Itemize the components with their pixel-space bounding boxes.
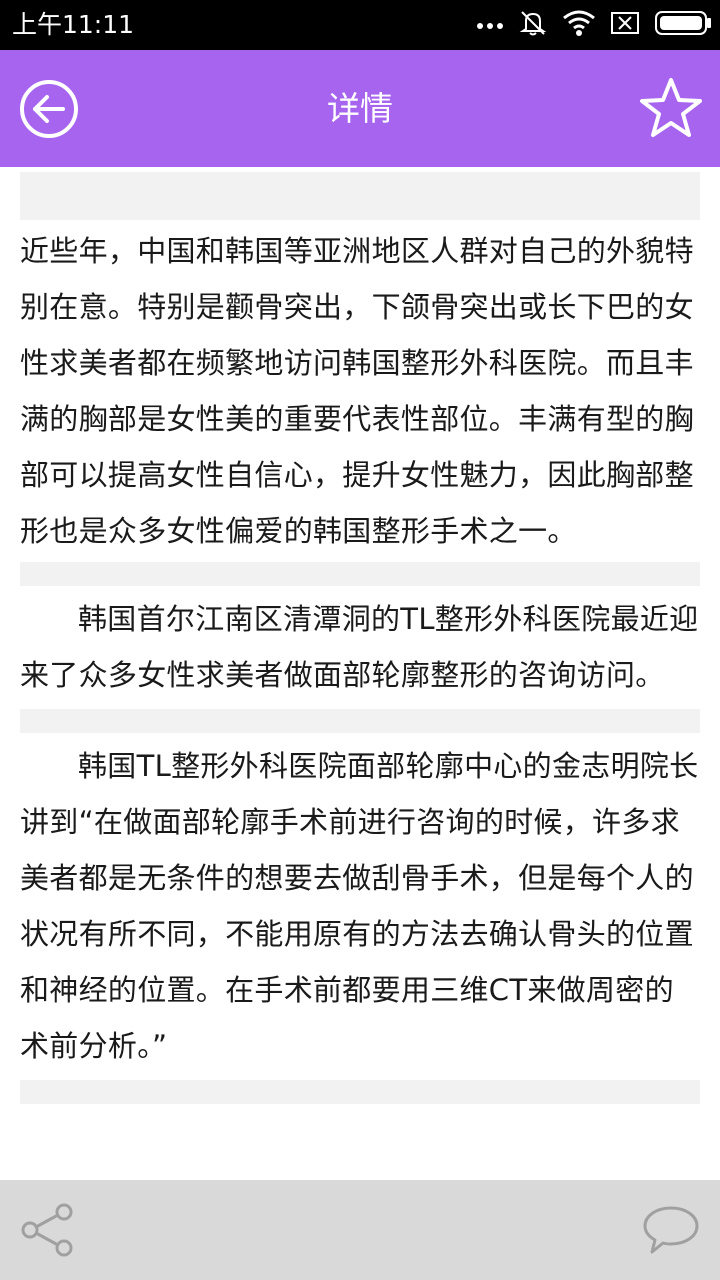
article-paragraph: 近些年，中国和韩国等亚洲地区人群对自己的外貌特别在意。特别是颧骨突出，下颌骨突出… [20,234,694,548]
article-content: 近些年，中国和韩国等亚洲地区人群对自己的外貌特别在意。特别是颧骨突出，下颌骨突出… [20,167,700,1180]
more-dots-icon [476,16,504,35]
silent-bell-icon [518,8,548,42]
spacer [20,172,700,220]
bottom-bar [0,1180,720,1280]
article-paragraph: 韩国首尔江南区清潭洞的TL整形外科医院最近迎来了众多女性求美者做面部轮廓整形的咨… [20,602,699,692]
star-outline-icon [638,78,704,146]
spacer [20,562,700,586]
share-icon [20,1203,76,1262]
article-paragraph: 韩国TL整形外科医院面部轮廓中心的金志明院长讲到“在做面部轮廓手术前进行咨询的时… [20,749,699,1063]
app-bar: 详情 [0,50,720,167]
spacer [20,709,700,733]
favorite-button[interactable] [638,76,704,142]
status-icons [476,8,712,42]
sim-disabled-icon [610,11,640,39]
spacer [20,1080,700,1104]
battery-icon [654,10,712,40]
comment-button[interactable] [642,1204,700,1256]
status-time: 上午11:11 [12,10,135,39]
status-bar: 上午11:11 [0,0,720,50]
page-title: 详情 [327,89,393,128]
wifi-icon [562,9,596,41]
comment-bubble-icon [642,1206,700,1260]
share-button[interactable] [20,1202,76,1258]
